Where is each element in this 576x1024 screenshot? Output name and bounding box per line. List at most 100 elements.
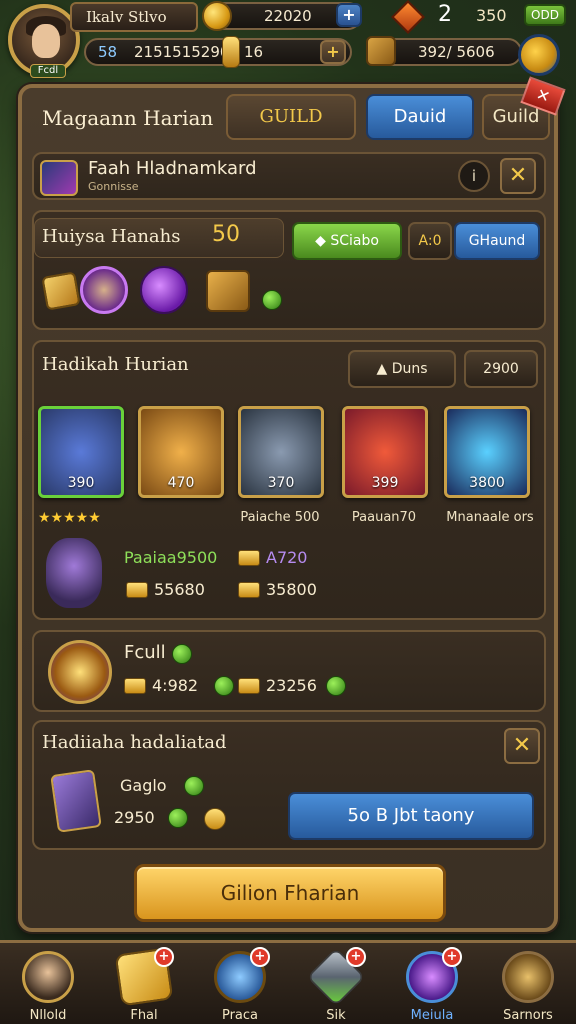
mascot-character-icon xyxy=(46,538,102,608)
chest-reward-icon xyxy=(206,270,250,312)
nav-item-sik[interactable]: + Sik xyxy=(288,947,384,1024)
refresh-swirl-button[interactable] xyxy=(518,34,560,76)
nav-label: Nllold xyxy=(29,1008,67,1023)
guild-item-value: 2950 xyxy=(114,808,155,827)
gem-amount: 350 xyxy=(476,6,507,25)
notification-dot: + xyxy=(442,947,462,967)
reward-card-caption-3: Paiache 500 xyxy=(240,510,320,525)
gem-count: 2 xyxy=(438,2,452,27)
gold-bar-icon xyxy=(238,582,260,598)
keys-value: 16 xyxy=(244,43,264,61)
mascot-purple-value: A720 xyxy=(266,548,308,567)
power-bar: 58 2151515290 16 xyxy=(84,38,352,66)
reward-value-b: 35800 xyxy=(266,580,317,599)
reward-card-value: 3800 xyxy=(469,475,505,491)
daily-title: Huiysa Hanahs xyxy=(42,226,181,247)
compass-icon xyxy=(48,640,112,704)
player-level-badge: Fcdl xyxy=(30,64,66,78)
gold-badge[interactable]: ODD xyxy=(524,4,566,26)
guild-item-icon xyxy=(50,769,102,833)
reward-card-2[interactable]: 470 xyxy=(138,406,224,498)
reward-stars: ★★★★★ xyxy=(38,510,101,526)
gold-amount: 22020 xyxy=(264,7,312,25)
full-row-title: Fcull xyxy=(124,642,166,663)
bonus-dot-icon xyxy=(262,290,282,310)
daily-green-button[interactable]: ◆ SCiabo xyxy=(292,222,402,260)
nav-item-sarnors[interactable]: Sarnors xyxy=(480,947,576,1024)
avatar-face xyxy=(32,24,60,58)
guild-item-name: Gaglo xyxy=(120,776,167,795)
player-row-subtitle: Gonnisse xyxy=(88,180,139,193)
player-name: Ikalv Stlvo xyxy=(70,2,198,32)
gem-icon xyxy=(391,0,425,34)
top-hud: Fcdl Ikalv Stlvo 22020 + 2 350 ODD 58 21… xyxy=(0,0,576,80)
guild-row: Hadiiaha hadaliatad ✕ Gaglo 2950 5o B Jb… xyxy=(32,720,546,850)
reward-card-value: 470 xyxy=(167,475,195,491)
gold-bar-icon xyxy=(238,678,260,694)
player-row-close-button[interactable]: ✕ xyxy=(500,158,536,194)
nav-label: Sik xyxy=(326,1008,346,1023)
rewards-chip[interactable]: ▲ Duns xyxy=(348,350,456,388)
rewards-chip-label: Duns xyxy=(391,361,428,377)
tab-strip: Magaann Harian GUILD Dauid Guild ✕ xyxy=(22,76,566,148)
player-row-title: Faah Hladnamkard xyxy=(88,158,257,179)
notification-dot: + xyxy=(154,947,174,967)
add-keys-button[interactable]: + xyxy=(320,40,346,64)
reward-card-value: 390 xyxy=(67,475,95,491)
guild-row-close-button[interactable]: ✕ xyxy=(504,728,540,764)
hero-portrait-icon xyxy=(22,951,74,1003)
add-gold-button[interactable]: + xyxy=(336,3,362,27)
nav-item-meiula[interactable]: + Meiula xyxy=(384,947,480,1024)
daily-blue-button[interactable]: GHaund xyxy=(454,222,540,260)
key-icon xyxy=(222,36,240,68)
tab-dauid[interactable]: Dauid xyxy=(366,94,474,140)
gold-coin-icon xyxy=(202,1,232,31)
player-row: Faah Hladnamkard Gonnisse i ✕ xyxy=(32,152,546,200)
full-row-dot-icon xyxy=(326,676,346,696)
nav-label: Sarnors xyxy=(503,1008,553,1023)
nav-label: Fhal xyxy=(130,1008,158,1023)
reward-cards: 390 470 370 399 3800 Paiache 500 Paauan7… xyxy=(38,406,544,536)
info-button[interactable]: i xyxy=(458,160,490,192)
nav-item-fhal[interactable]: + Fhal xyxy=(96,947,192,1024)
full-row: Fcull 4:982 23256 xyxy=(32,630,546,712)
notification-dot: + xyxy=(250,947,270,967)
nav-item-praca[interactable]: + Praca xyxy=(192,947,288,1024)
gold-bar-icon xyxy=(126,582,148,598)
tab-guild-gold[interactable]: GUILD xyxy=(226,94,356,140)
daily-chip[interactable]: A:0 xyxy=(408,222,452,260)
scroll-reward-icon xyxy=(41,271,81,311)
reward-card-caption-5: Mnanaale ors xyxy=(446,510,534,525)
claim-button[interactable]: Gilion Fharian xyxy=(134,864,446,922)
rewards-section: Hadikah Hurian ▲ Duns 2900 390 470 370 3… xyxy=(32,340,546,620)
nav-item-nllold[interactable]: Nllold xyxy=(0,947,96,1024)
reward-card-3[interactable]: 370 xyxy=(238,406,324,498)
reward-card-4[interactable]: 399 xyxy=(342,406,428,498)
power-value: 2151515290 xyxy=(134,43,230,61)
full-row-dot-icon xyxy=(214,676,234,696)
panel-title: Magaann Harian xyxy=(42,106,214,130)
reward-card-5[interactable]: 3800 xyxy=(444,406,530,498)
reward-card-1[interactable]: 390 xyxy=(38,406,124,498)
rewards-title: Hadikah Hurian xyxy=(42,354,189,375)
gold-coin-icon xyxy=(204,808,226,830)
rewards-value-chip[interactable]: 2900 xyxy=(464,350,538,388)
guild-action-button[interactable]: 5o B Jbt taony xyxy=(288,792,534,840)
reward-card-value: 399 xyxy=(371,475,399,491)
nav-label: Praca xyxy=(221,1008,259,1023)
crates-value: 392/ 5606 xyxy=(418,43,495,61)
crate-icon xyxy=(366,36,396,66)
guild-dot-icon xyxy=(168,808,188,828)
notification-dot: + xyxy=(346,947,366,967)
hero-reward-icon xyxy=(80,266,128,314)
bottom-nav: Nllold + Fhal + Praca + Sik + Meiula Sar… xyxy=(0,940,576,1024)
orb-reward-icon xyxy=(140,266,188,314)
power-label: 58 xyxy=(98,43,118,61)
daily-green-label: SCiabo xyxy=(330,233,379,249)
daily-panel: Magaann Harian GUILD Dauid Guild ✕ Faah … xyxy=(18,76,566,932)
helmet-icon xyxy=(502,951,554,1003)
full-row-value-b: 23256 xyxy=(266,676,317,695)
player-emblem-icon xyxy=(40,160,78,196)
guild-dot-icon xyxy=(184,776,204,796)
gold-bar-icon xyxy=(238,550,260,566)
